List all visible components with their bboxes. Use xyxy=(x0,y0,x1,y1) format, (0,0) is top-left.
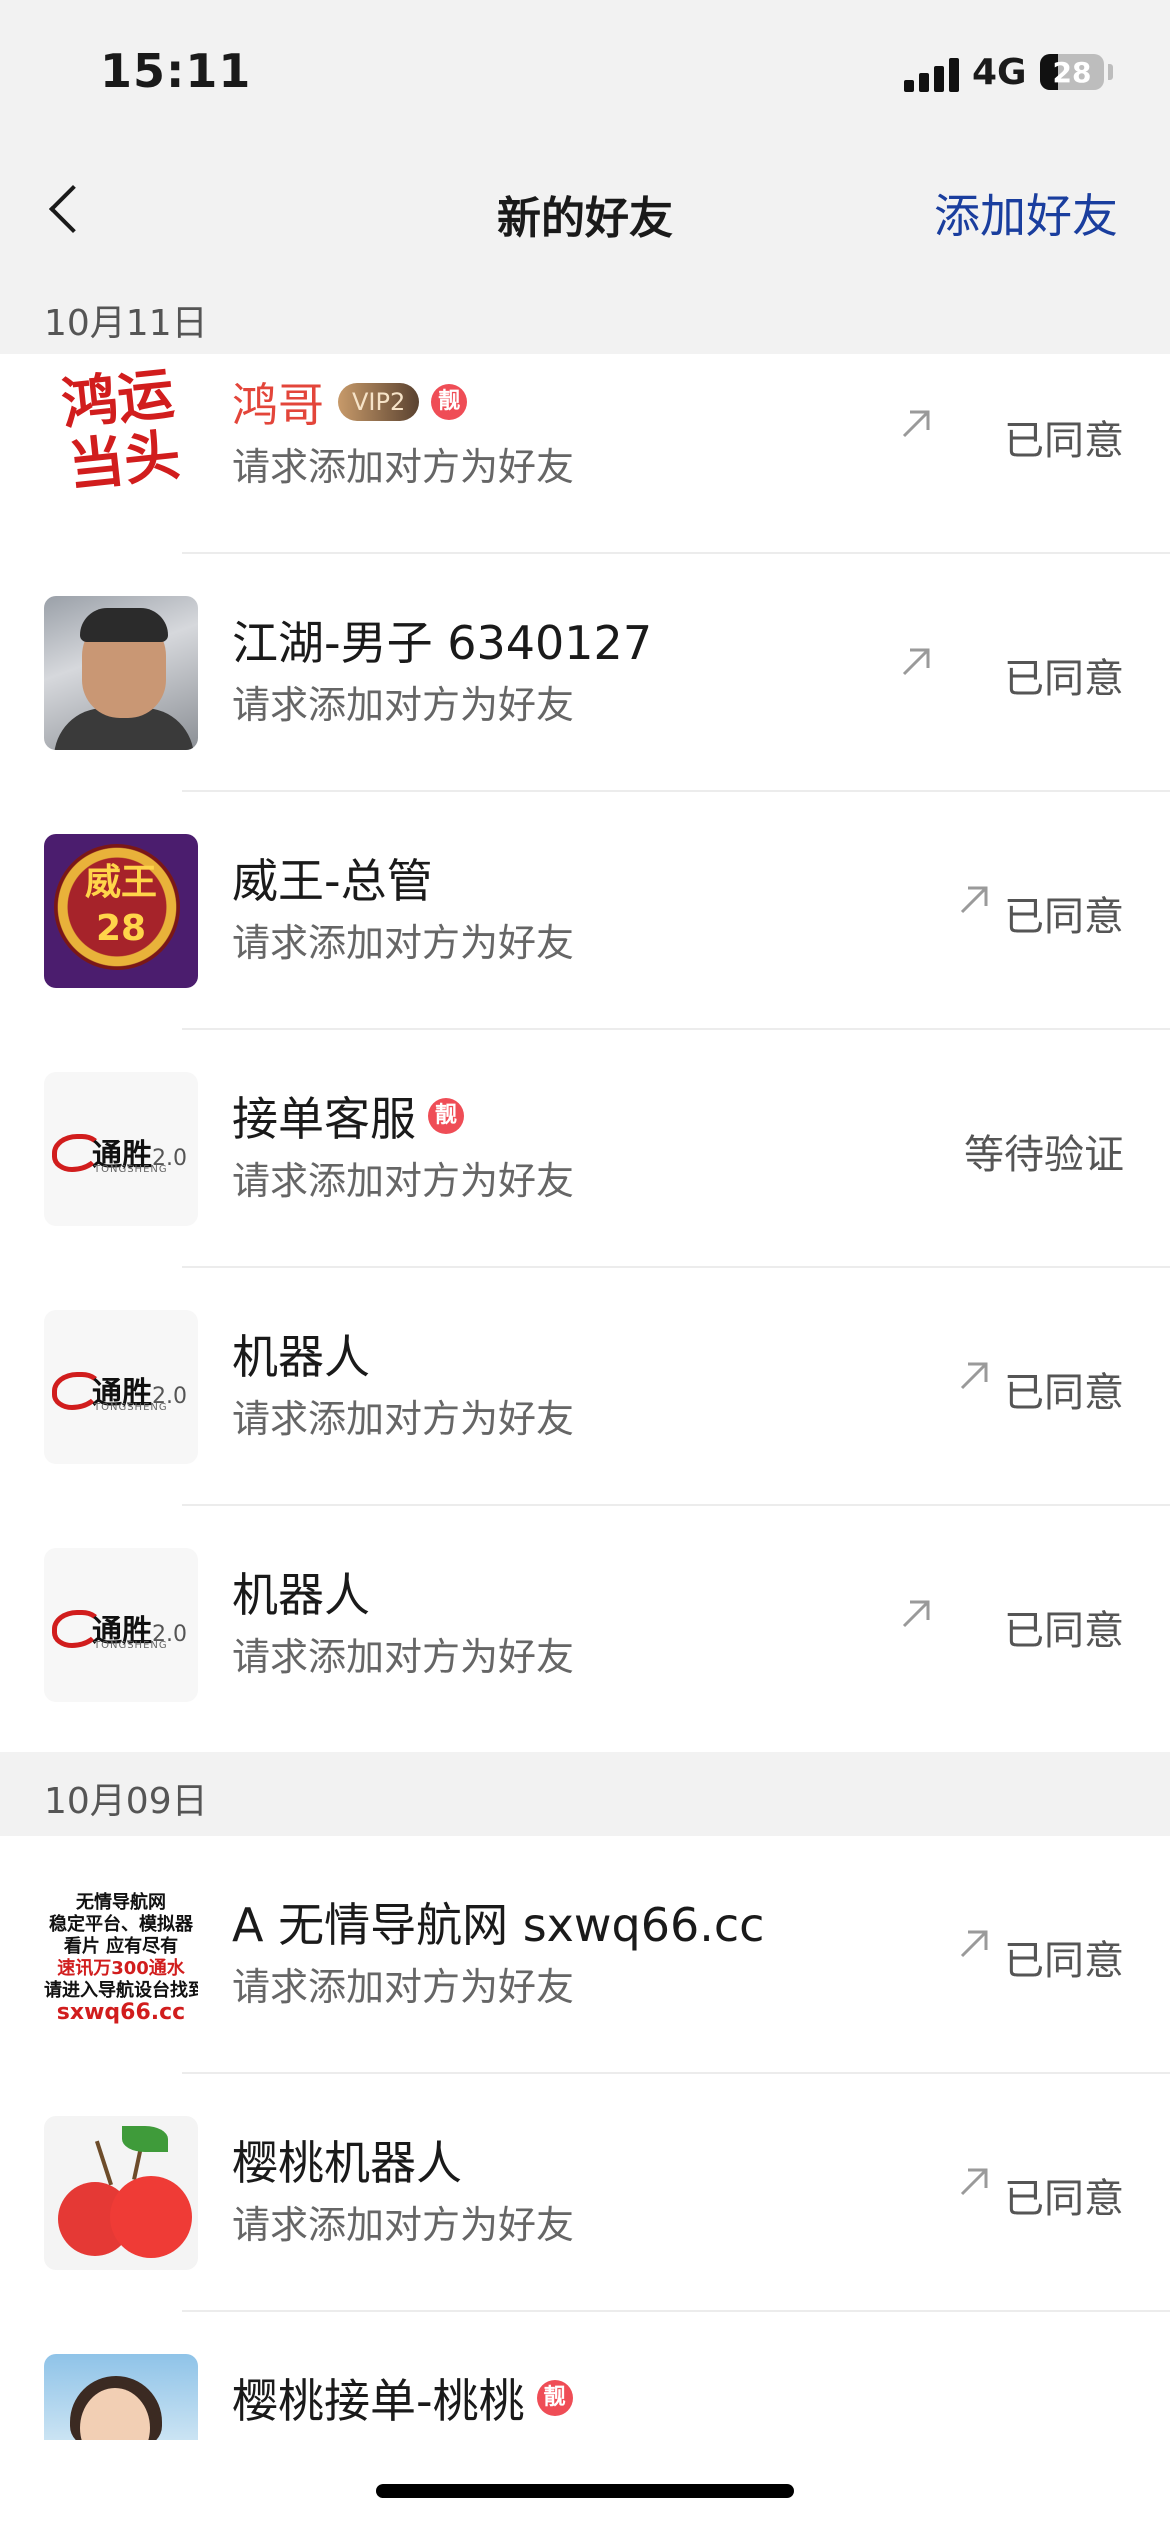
avatar[interactable]: 鸿运当头 xyxy=(44,358,198,512)
friend-request-row[interactable]: 威王 28 威王-总管 请求添加对方为好友 已同意 xyxy=(0,792,1170,1030)
avatar[interactable] xyxy=(44,596,198,750)
avatar[interactable]: 通胜2.0 TONGSHENG xyxy=(44,1548,198,1702)
liang-badge: 靓 xyxy=(431,384,468,420)
avatar-medallion-line: 威王 xyxy=(84,862,157,903)
home-indicator[interactable] xyxy=(376,2484,794,2498)
contact-name: 樱桃接单-桃桃 xyxy=(232,2374,525,2428)
section-date-header: 10月09日 xyxy=(0,1752,1170,1836)
request-subtitle: 请求添加对方为好友 xyxy=(232,1397,575,1441)
friend-request-row[interactable]: 通胜2.0 TONGSHENG 接单客服 靓 请求添加对方为好友 等待验证 xyxy=(0,1030,1170,1268)
contact-name: A 无情导航网 sxwq66.cc xyxy=(232,1898,765,1952)
request-subtitle: 请求添加对方为好友 xyxy=(232,1635,575,1679)
friend-request-row[interactable]: 樱桃机器人 请求添加对方为好友 已同意 xyxy=(0,2074,1170,2312)
name-line: 鸿哥 VIP2 靓 xyxy=(232,372,468,432)
navigation-bar: 新的好友 添加好友 xyxy=(0,140,1170,280)
arrow-up-right-icon xyxy=(902,410,930,438)
name-line: 威王-总管 xyxy=(232,848,433,908)
avatar-text-line: 无情导航网 xyxy=(76,1892,166,1913)
section-date-header-overlay: 10月11日 xyxy=(0,280,1170,354)
avatar[interactable]: 通胜2.0 TONGSHENG xyxy=(44,1310,198,1464)
request-subtitle: 请求添加对方为好友 xyxy=(232,445,575,489)
arrow-up-right-icon xyxy=(960,2168,988,2196)
section-date-overlay: 10月11日 xyxy=(44,303,208,344)
avatar-text-line: 稳定平台、模拟器 xyxy=(49,1914,193,1935)
name-line: 樱桃机器人 xyxy=(232,2130,462,2190)
name-line: 机器人 xyxy=(232,1562,370,1622)
request-status: 等待验证 xyxy=(964,1132,1124,1178)
name-line: 江湖-男子 6340127 xyxy=(232,610,652,670)
avatar[interactable]: 无情导航网 稳定平台、模拟器 看片 应有尽有 速讯万300通水 请进入导航设台找… xyxy=(44,1878,198,2032)
section-date: 10月09日 xyxy=(44,1781,208,1822)
avatar[interactable] xyxy=(44,2354,198,2440)
contact-name: 樱桃机器人 xyxy=(232,2136,462,2190)
request-status: 已同意 xyxy=(1004,1370,1124,1416)
request-subtitle: 请求添加对方为好友 xyxy=(232,1159,575,1203)
cherry-avatar[interactable] xyxy=(44,2116,198,2270)
add-friend-button[interactable]: 添加好友 xyxy=(934,180,1118,246)
avatar-medallion-line: 28 xyxy=(95,908,147,949)
friend-request-row[interactable]: 江湖-男子 6340127 请求添加对方为好友 已同意 xyxy=(0,554,1170,792)
request-status: 已同意 xyxy=(1004,2176,1124,2222)
liang-badge: 靓 xyxy=(428,1098,464,1134)
arrow-up-right-icon xyxy=(960,886,988,914)
avatar-text-line: 看片 应有尽有 xyxy=(63,1936,179,1957)
avatar-text-line: 速讯万300通水 xyxy=(57,1958,185,1979)
avatar-brand-en: TONGSHENG xyxy=(94,1640,168,1651)
arrow-up-right-icon xyxy=(960,1930,988,1958)
avatar-hair xyxy=(80,608,168,642)
avatar-text-line: sxwq66.cc xyxy=(56,2000,186,2025)
cherry-leaf xyxy=(122,2126,168,2152)
status-time: 15:11 xyxy=(100,44,252,98)
request-status: 已同意 xyxy=(1004,894,1124,940)
friend-request-row[interactable]: 无情导航网 稳定平台、模拟器 看片 应有尽有 速讯万300通水 请进入导航设台找… xyxy=(0,1836,1170,2074)
avatar-brand-en: TONGSHENG xyxy=(94,1402,168,1413)
avatar-calligraphy: 鸿运当头 xyxy=(58,360,184,500)
request-status: 已同意 xyxy=(1004,418,1124,464)
request-subtitle: 请求添加对方为好友 xyxy=(232,921,575,965)
request-status: 已同意 xyxy=(1004,656,1124,702)
request-subtitle: 请求添加对方为好友 xyxy=(232,2203,575,2247)
request-status: 已同意 xyxy=(1004,1938,1124,1984)
friend-request-row[interactable]: 樱桃接单-桃桃 靓 xyxy=(0,2312,1170,2440)
request-subtitle: 请求添加对方为好友 xyxy=(232,683,575,727)
name-line: 接单客服 靓 xyxy=(232,1086,464,1146)
avatar[interactable]: 通胜2.0 TONGSHENG xyxy=(44,1072,198,1226)
contact-name: 江湖-男子 6340127 xyxy=(232,616,653,670)
avatar-text-line: 请进入导航设台找到 xyxy=(44,1980,198,2001)
cherry xyxy=(110,2176,192,2258)
avatar[interactable]: 威王 28 xyxy=(44,834,198,988)
network-type: 4G xyxy=(972,52,1027,93)
cherry-stem xyxy=(94,2140,114,2186)
contact-name: 威王-总管 xyxy=(232,854,433,908)
liang-badge: 靓 xyxy=(536,2380,573,2416)
battery-icon: 28 xyxy=(1040,54,1104,90)
battery-nub xyxy=(1108,64,1113,80)
avatar-brand-en: TONGSHENG xyxy=(94,1164,168,1175)
avatar-medallion-text: 威王 28 xyxy=(44,860,198,952)
contact-name: 接单客服 xyxy=(232,1092,416,1146)
request-subtitle: 请求添加对方为好友 xyxy=(232,1965,575,2009)
name-line: 机器人 xyxy=(232,1324,370,1384)
friend-request-row[interactable]: 通胜2.0 TONGSHENG 机器人 请求添加对方为好友 已同意 xyxy=(0,1506,1170,1744)
contact-name: 机器人 xyxy=(232,1568,370,1622)
request-status: 已同意 xyxy=(1004,1608,1124,1654)
signal-bars-icon xyxy=(904,58,960,92)
status-bar: 15:11 4G 28 xyxy=(0,0,1170,140)
vip-badge: VIP2 xyxy=(338,383,420,421)
battery-percent: 28 xyxy=(1052,56,1092,89)
contact-name: 鸿哥 xyxy=(232,378,324,432)
arrow-up-right-icon xyxy=(960,1362,988,1390)
arrow-up-right-icon xyxy=(902,648,930,676)
friend-request-row[interactable]: 通胜2.0 TONGSHENG 机器人 请求添加对方为好友 已同意 xyxy=(0,1268,1170,1506)
name-line: A 无情导航网 sxwq66.cc xyxy=(232,1892,764,1952)
arrow-up-right-icon xyxy=(902,1600,930,1628)
contact-name: 机器人 xyxy=(232,1330,370,1384)
name-line: 樱桃接单-桃桃 靓 xyxy=(232,2368,573,2428)
